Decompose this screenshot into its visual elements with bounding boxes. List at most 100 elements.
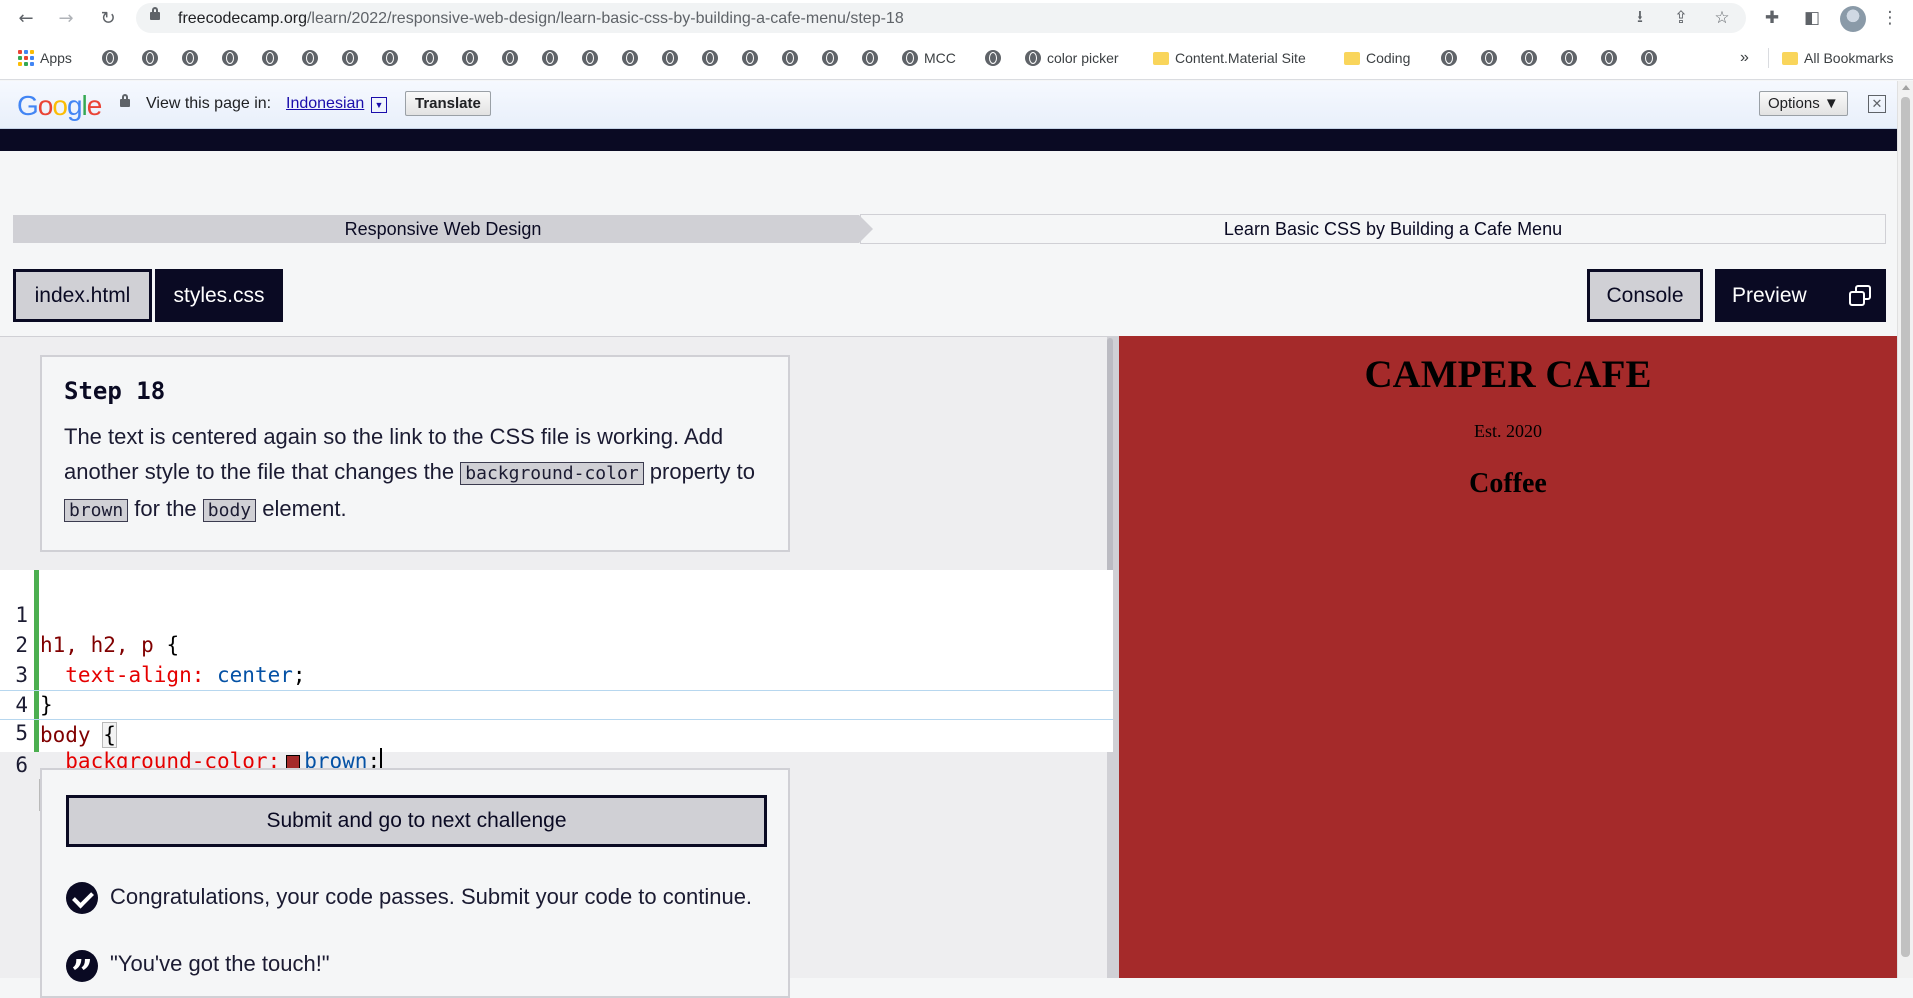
code-line[interactable]: 2 text-align: center; — [0, 600, 1113, 687]
bookmark-item[interactable] — [462, 47, 478, 69]
menu-icon[interactable]: ⋮ — [1878, 6, 1902, 30]
submit-next-challenge-button[interactable]: Submit and go to next challenge — [66, 795, 767, 847]
globe-icon — [422, 50, 438, 66]
bookmark-item[interactable] — [1521, 47, 1537, 69]
bookmarks-bar: Apps MCC color picker Content.Material S… — [0, 36, 1913, 80]
globe-icon — [142, 50, 158, 66]
side-panel-icon[interactable]: ◧ — [1800, 6, 1824, 30]
bookmark-apps[interactable]: Apps — [18, 47, 72, 69]
bookmark-item[interactable] — [222, 47, 238, 69]
globe-icon — [1521, 50, 1537, 66]
bookmark-all-bookmarks[interactable]: All Bookmarks — [1782, 47, 1893, 69]
code-line[interactable]: 4 body { — [0, 660, 1113, 748]
globe-icon — [1641, 50, 1657, 66]
bookmark-item[interactable] — [142, 47, 158, 69]
breadcrumb-block[interactable]: Learn Basic CSS by Building a Cafe Menu — [860, 214, 1886, 244]
translate-options-button[interactable]: Options ▼ — [1759, 91, 1848, 116]
bookmark-item[interactable] — [702, 47, 718, 69]
globe-icon — [102, 50, 118, 66]
bookmark-mcc[interactable]: MCC — [902, 47, 956, 69]
bookmark-item[interactable] — [1561, 47, 1577, 69]
bookmark-item[interactable] — [622, 47, 638, 69]
preview-button[interactable]: Preview — [1715, 269, 1886, 322]
code-line[interactable]: 6 } — [0, 720, 1113, 811]
inline-code: body — [202, 499, 257, 522]
profile-avatar[interactable] — [1840, 6, 1866, 32]
step-text: for the — [128, 496, 203, 521]
globe-icon — [222, 50, 238, 66]
bookmark-item[interactable] — [582, 47, 598, 69]
all-bookmarks-label: All Bookmarks — [1804, 50, 1894, 66]
forward-icon[interactable]: → — [54, 6, 78, 30]
language-dropdown-icon[interactable]: ▼ — [371, 97, 387, 113]
test-results-panel: Submit and go to next challenge Congratu… — [40, 768, 790, 998]
bookmark-coding[interactable]: Coding — [1344, 47, 1410, 69]
url-path: /learn/2022/responsive-web-design/learn-… — [306, 10, 904, 27]
bookmark-content-material[interactable]: Content.Material Site — [1153, 47, 1306, 69]
globe-icon — [622, 50, 638, 66]
bookmark-mcc-label: MCC — [924, 50, 956, 66]
step-text: element. — [256, 496, 347, 521]
apps-icon — [18, 50, 34, 66]
tab-styles-css[interactable]: styles.css — [155, 269, 283, 322]
bookmark-item[interactable] — [862, 47, 878, 69]
close-icon[interactable]: ✕ — [1868, 95, 1886, 113]
check-circle-icon — [66, 882, 98, 914]
bookmark-item[interactable] — [342, 47, 358, 69]
code-line-active[interactable]: 5 background-color: brown; — [0, 690, 1113, 773]
lock-icon — [150, 7, 160, 20]
bookmark-item[interactable] — [1441, 47, 1457, 69]
url-text: freecodecamp.org/learn/2022/responsive-w… — [178, 10, 904, 28]
bookmark-item[interactable] — [542, 47, 558, 69]
bookmark-item[interactable] — [502, 47, 518, 69]
page-scrollbar[interactable] — [1897, 81, 1913, 978]
bookmark-item[interactable] — [382, 47, 398, 69]
extensions-icon[interactable]: ✚ — [1760, 6, 1784, 30]
bookmark-item[interactable] — [822, 47, 838, 69]
bookmark-item[interactable] — [1481, 47, 1497, 69]
bookmark-item[interactable] — [422, 47, 438, 69]
globe-icon — [502, 50, 518, 66]
bookmark-item[interactable] — [102, 47, 118, 69]
scroll-up-icon[interactable] — [1902, 85, 1910, 90]
download-icon[interactable]: ⭳ — [1628, 6, 1652, 30]
bookmark-item[interactable] — [742, 47, 758, 69]
address-bar[interactable]: freecodecamp.org/learn/2022/responsive-w… — [136, 3, 1746, 33]
bookmark-item[interactable] — [302, 47, 318, 69]
preview-label: Preview — [1732, 283, 1807, 307]
bookmark-item[interactable] — [1641, 47, 1657, 69]
popout-preview-icon[interactable] — [1849, 285, 1871, 307]
inline-code: brown — [64, 499, 129, 522]
bookmark-item[interactable] — [985, 47, 1001, 69]
star-icon[interactable]: ☆ — [1710, 6, 1734, 30]
globe-icon — [985, 50, 1001, 66]
reload-icon[interactable]: ↻ — [96, 6, 120, 30]
globe-icon — [462, 50, 478, 66]
code-line[interactable]: 1 h1, h2, p { — [0, 570, 1113, 657]
bookmark-item[interactable] — [782, 47, 798, 69]
translate-language-link[interactable]: Indonesian — [286, 95, 364, 113]
globe-icon — [782, 50, 798, 66]
translate-button[interactable]: Translate — [405, 91, 491, 116]
bookmark-item[interactable] — [262, 47, 278, 69]
console-button[interactable]: Console — [1587, 269, 1703, 322]
code-line[interactable]: 3 } — [0, 630, 1113, 717]
bookmark-item[interactable] — [662, 47, 678, 69]
bookmarks-overflow[interactable]: » — [1740, 47, 1749, 69]
bookmark-item[interactable] — [182, 47, 198, 69]
color-swatch-icon[interactable] — [286, 755, 301, 769]
lock-icon — [120, 94, 130, 107]
breadcrumb-superblock[interactable]: Responsive Web Design — [13, 215, 873, 243]
bookmark-color-picker[interactable]: color picker — [1025, 47, 1119, 69]
globe-icon — [582, 50, 598, 66]
back-icon[interactable]: ← — [14, 6, 38, 30]
code-editor[interactable]: 1 h1, h2, p { 2 text-align: center; 3 } … — [0, 570, 1113, 811]
page-scrollbar-thumb[interactable] — [1901, 97, 1910, 957]
bookmark-item[interactable] — [1601, 47, 1617, 69]
pass-message: Congratulations, your code passes. Submi… — [110, 884, 753, 909]
tab-index-html[interactable]: index.html — [13, 269, 152, 322]
step-text: property to — [643, 459, 755, 484]
share-icon[interactable]: ⇪ — [1669, 6, 1693, 30]
globe-icon — [902, 50, 918, 66]
translate-prompt: View this page in: — [146, 95, 272, 112]
